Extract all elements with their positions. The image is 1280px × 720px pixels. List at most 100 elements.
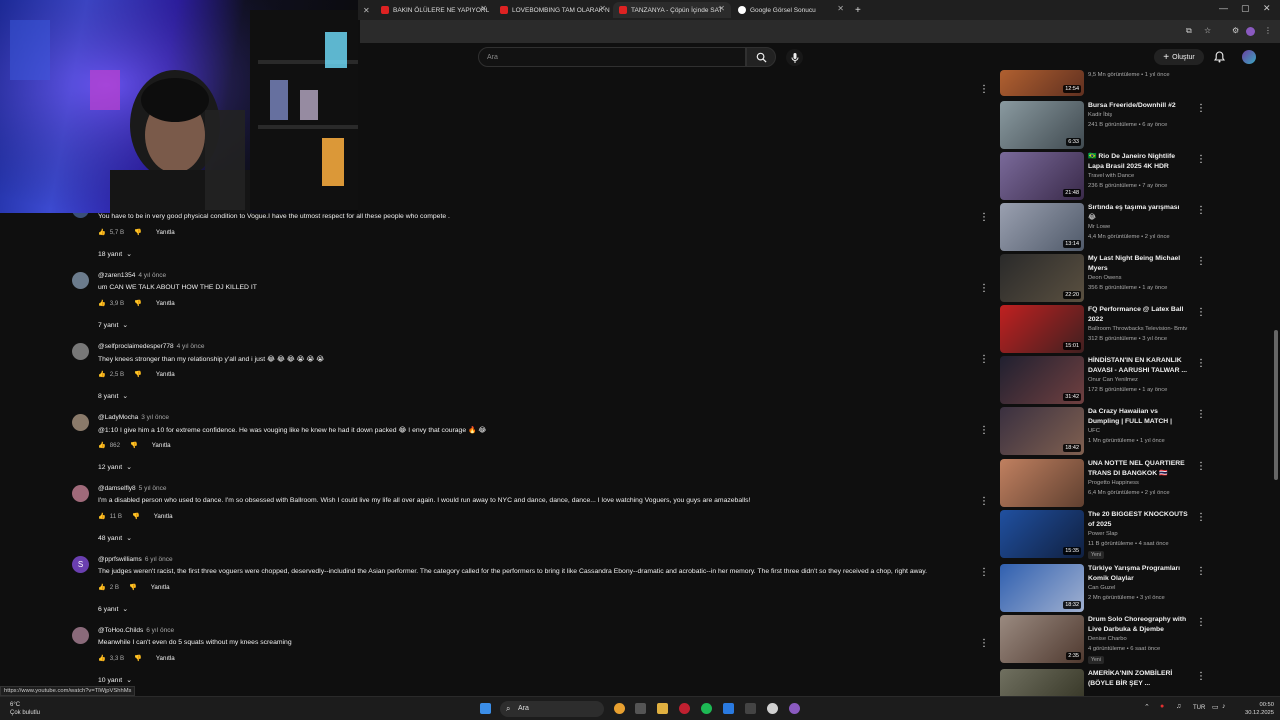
video-title[interactable]: Sırtında eş taşıma yarışması 😂 bbox=[1088, 203, 1188, 223]
dislike-icon[interactable]: 👎 bbox=[134, 299, 142, 307]
video-title[interactable]: Drum Solo Choreography with Live Darbuka… bbox=[1088, 615, 1188, 635]
avatar[interactable] bbox=[72, 485, 89, 502]
reply-button[interactable]: Yanıtla bbox=[151, 584, 170, 591]
video-menu-icon[interactable]: ⋮ bbox=[1196, 461, 1206, 472]
browser-tab-3[interactable]: TANZANYA - Çöpün İçinde SAT ✕ bbox=[613, 2, 731, 18]
view-replies-button[interactable]: 10 yanıt ⌄ bbox=[98, 676, 132, 685]
comment-author[interactable]: @pprfswilliams 6 yıl önce bbox=[98, 556, 173, 563]
like-icon[interactable]: 👍 bbox=[98, 583, 106, 591]
like-icon[interactable]: 👍 bbox=[98, 228, 106, 236]
comment-timestamp[interactable]: 6 yıl önce bbox=[146, 627, 174, 634]
video-title[interactable]: UNA NOTTE NEL QUARTIERE TRANS DI BANGKOK… bbox=[1088, 459, 1188, 479]
avatar[interactable] bbox=[72, 414, 89, 431]
related-video-item[interactable]: 15:35 The 20 BIGGEST KNOCKOUTS of 2025 Pow… bbox=[1000, 510, 1206, 559]
video-menu-icon[interactable]: ⋮ bbox=[1196, 154, 1206, 165]
comment-username[interactable]: @ToHoo.Childs bbox=[98, 627, 143, 634]
tray-chevron-icon[interactable]: ⌃ bbox=[1144, 703, 1150, 711]
video-menu-icon[interactable]: ⋮ bbox=[1196, 671, 1206, 682]
video-title[interactable]: Türkiye Yarışma Programları Komik Olayla… bbox=[1088, 564, 1188, 584]
related-video-item[interactable]: 13:14 Sırtında eş taşıma yarışması 😂 Mr Lo… bbox=[1000, 203, 1206, 251]
video-menu-icon[interactable]: ⋮ bbox=[1196, 103, 1206, 114]
browser-tab-1[interactable]: BAKIN ÖLÜLERE NE YAPIYORL ✕ bbox=[375, 2, 493, 18]
cast-icon[interactable]: ⧉ bbox=[1186, 26, 1196, 36]
dislike-icon[interactable]: 👎 bbox=[134, 228, 142, 236]
scrollbar[interactable] bbox=[1274, 330, 1278, 480]
video-title[interactable]: My Last Night Being Michael Myers bbox=[1088, 254, 1188, 274]
video-thumbnail[interactable]: 2:35 bbox=[1000, 615, 1084, 663]
language-indicator[interactable]: TUR bbox=[1193, 705, 1205, 711]
video-channel[interactable]: Onur Can Yenilmez bbox=[1088, 377, 1138, 383]
avatar[interactable] bbox=[72, 343, 89, 360]
related-video-item[interactable]: 21:48 🇧🇷 Rio De Janeiro Nightlife Lapa Br… bbox=[1000, 152, 1206, 200]
tab-close-icon[interactable]: ✕ bbox=[360, 2, 372, 18]
reply-button[interactable]: Yanıtla bbox=[156, 371, 175, 378]
chrome-profile-icon[interactable] bbox=[789, 703, 800, 714]
video-title[interactable]: AMERİKA'NIN ZOMBİLERİ (BÖYLE BİR ŞEY ... bbox=[1088, 669, 1188, 689]
create-button[interactable]: + Oluştur bbox=[1154, 49, 1204, 65]
video-title[interactable]: 🇧🇷 Rio De Janeiro Nightlife Lapa Brasil … bbox=[1088, 152, 1188, 172]
volume-icon[interactable]: ♪ bbox=[1222, 703, 1226, 710]
comment-author[interactable]: @zaren1354 4 yıl önce bbox=[98, 272, 166, 279]
tray-app-icon[interactable]: ● bbox=[1160, 703, 1164, 710]
close-icon[interactable]: ✕ bbox=[718, 4, 725, 13]
comment-timestamp[interactable]: 4 yıl önce bbox=[177, 343, 205, 350]
like-icon[interactable]: 👍 bbox=[98, 441, 106, 449]
comment-timestamp[interactable]: 5 yıl önce bbox=[139, 485, 167, 492]
video-menu-icon[interactable]: ⋮ bbox=[1196, 358, 1206, 369]
video-title[interactable]: The 20 BIGGEST KNOCKOUTS of 2025 bbox=[1088, 510, 1188, 530]
address-bar[interactable]: ⧉ ☆ ⚙ ⋮ bbox=[360, 20, 1280, 43]
menu-icon[interactable]: ⋮ bbox=[1264, 26, 1274, 36]
related-video-item[interactable]: 18:42 Da Crazy Hawaiian vs Dumpling | FUL… bbox=[1000, 407, 1206, 455]
video-menu-icon[interactable]: ⋮ bbox=[1196, 617, 1206, 628]
network-icon[interactable]: ▭ bbox=[1212, 703, 1219, 711]
video-thumbnail[interactable]: 21:48 bbox=[1000, 152, 1084, 200]
app-icon[interactable] bbox=[767, 703, 778, 714]
view-replies-button[interactable]: 7 yanıt ⌄ bbox=[98, 321, 128, 330]
video-channel[interactable]: Travel with Dance bbox=[1088, 173, 1134, 179]
video-title[interactable]: FQ Performance @ Latex Ball 2022 bbox=[1088, 305, 1188, 325]
video-thumbnail[interactable]: 31:42 bbox=[1000, 356, 1084, 404]
video-title[interactable]: Da Crazy Hawaiian vs Dumpling | FULL MAT… bbox=[1088, 407, 1188, 427]
browser-tab-2[interactable]: LOVEBOMBING TAM OLARAK N ✕ bbox=[494, 2, 612, 18]
view-replies-button[interactable]: 18 yanıt ⌄ bbox=[98, 250, 132, 259]
close-icon[interactable]: ✕ bbox=[837, 4, 844, 13]
dislike-icon[interactable]: 👎 bbox=[134, 654, 142, 662]
comment-menu-icon[interactable]: ⋮ bbox=[979, 211, 989, 225]
account-avatar[interactable] bbox=[1242, 50, 1256, 64]
comment-username[interactable]: @LadyMocha bbox=[98, 414, 138, 421]
video-thumbnail[interactable]: 12:54 bbox=[1000, 70, 1084, 96]
video-menu-icon[interactable]: ⋮ bbox=[1196, 307, 1206, 318]
video-menu-icon[interactable]: ⋮ bbox=[1196, 409, 1206, 420]
video-menu-icon[interactable]: ⋮ bbox=[1196, 205, 1206, 216]
close-icon[interactable]: ✕ bbox=[599, 4, 606, 13]
comment-menu-icon[interactable]: ⋮ bbox=[979, 424, 989, 438]
app-icon[interactable] bbox=[635, 703, 646, 714]
taskbar-search[interactable]: ⌕ Ara bbox=[500, 701, 604, 717]
app-icon[interactable] bbox=[723, 703, 734, 714]
like-icon[interactable]: 👍 bbox=[98, 370, 106, 378]
video-title[interactable]: HİNDİSTAN'IN EN KARANLIK DAVASI - AARUSH… bbox=[1088, 356, 1188, 376]
comment-menu-icon[interactable]: ⋮ bbox=[979, 495, 989, 509]
video-thumbnail[interactable]: 6:33 bbox=[1000, 101, 1084, 149]
comment-timestamp[interactable]: 6 yıl önce bbox=[145, 556, 173, 563]
bookmark-star-icon[interactable]: ☆ bbox=[1204, 26, 1214, 36]
notifications-bell-icon[interactable] bbox=[1214, 51, 1225, 63]
comment-author[interactable]: @selfproclaimedesper778 4 yıl önce bbox=[98, 343, 204, 350]
comment-author[interactable]: @damselfly8 5 yıl önce bbox=[98, 485, 167, 492]
voice-search-button[interactable] bbox=[786, 49, 803, 66]
tray-app-icon[interactable]: ♫ bbox=[1176, 703, 1181, 710]
video-thumbnail[interactable]: 18:42 bbox=[1000, 407, 1084, 455]
comment-username[interactable]: @damselfly8 bbox=[98, 485, 136, 492]
video-thumbnail[interactable]: 13:14 bbox=[1000, 203, 1084, 251]
minimize-icon[interactable]: — bbox=[1219, 3, 1228, 13]
video-thumbnail[interactable] bbox=[1000, 459, 1084, 507]
video-thumbnail[interactable]: 22:20 bbox=[1000, 254, 1084, 302]
related-video-item[interactable]: UNA NOTTE NEL QUARTIERE TRANS DI BANGKOK… bbox=[1000, 459, 1206, 507]
video-thumbnail[interactable]: 18:32 bbox=[1000, 564, 1084, 612]
spotify-icon[interactable] bbox=[701, 703, 712, 714]
video-title[interactable]: Bursa Freeride/Downhill #2 bbox=[1088, 101, 1188, 111]
video-channel[interactable]: Power Slap bbox=[1088, 531, 1118, 537]
app-icon[interactable] bbox=[745, 703, 756, 714]
comment-username[interactable]: @pprfswilliams bbox=[98, 556, 142, 563]
video-channel[interactable]: Kadir İbiş bbox=[1088, 112, 1112, 118]
